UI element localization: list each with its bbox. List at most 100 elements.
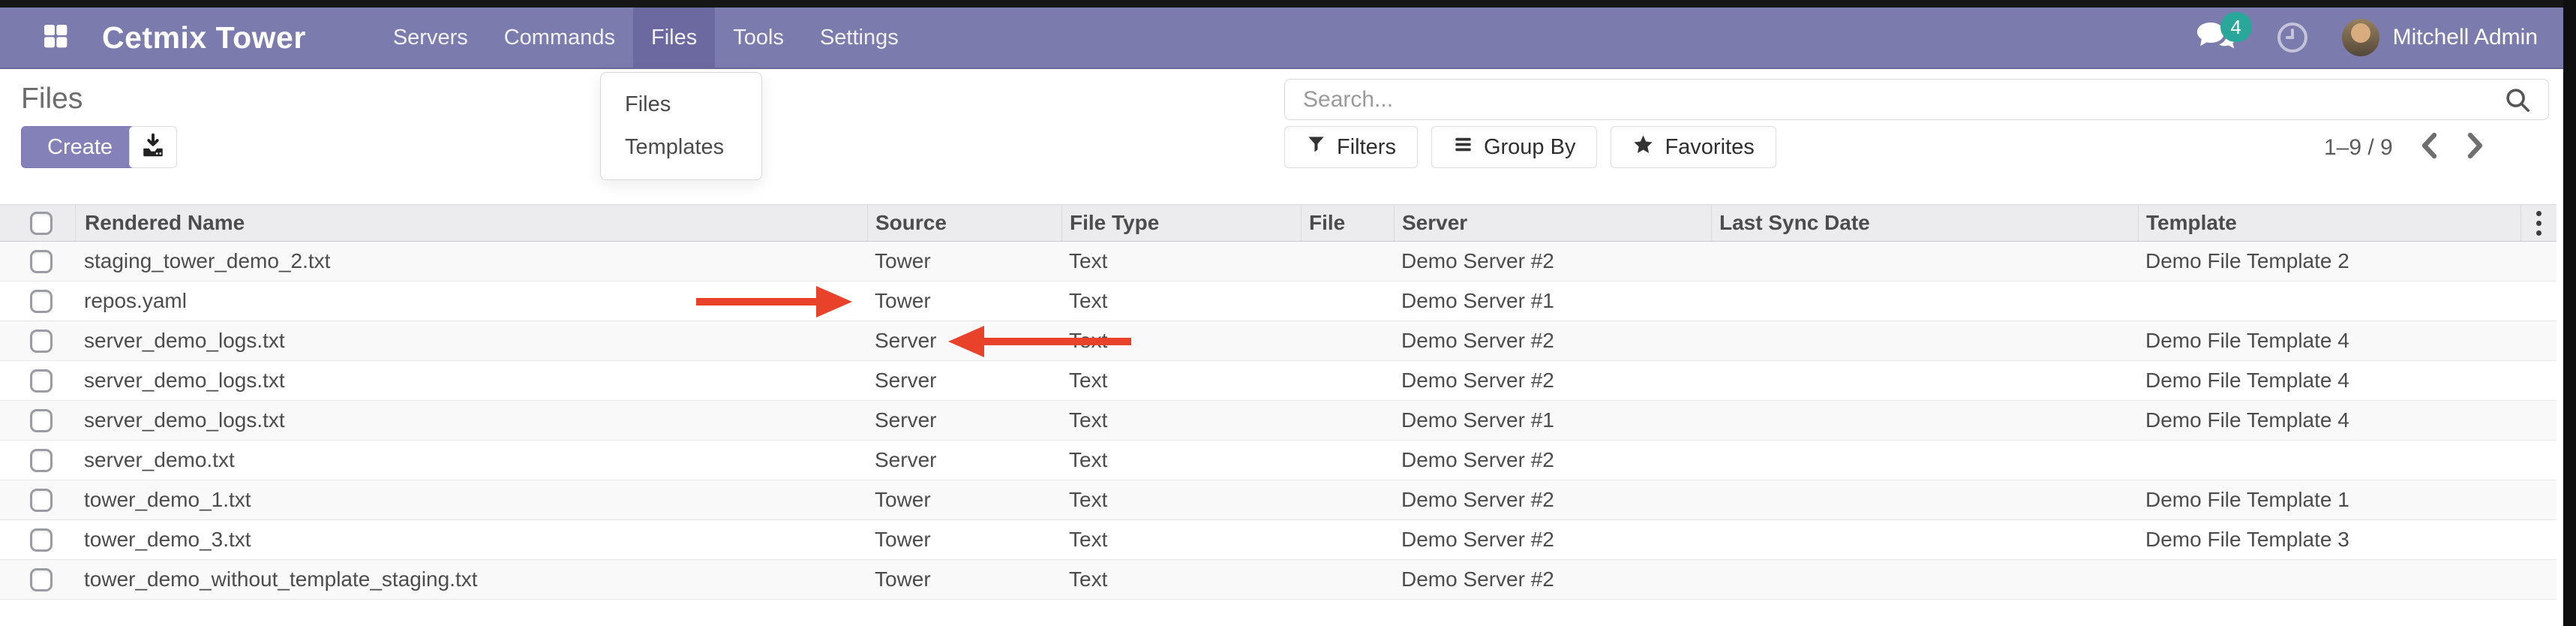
cell-file-type[interactable]: Text: [1061, 401, 1301, 440]
cell-server[interactable]: Demo Server #1: [1394, 281, 1711, 321]
cell-file-type[interactable]: Text: [1061, 441, 1301, 480]
vertical-dots-icon[interactable]: [2536, 211, 2541, 236]
nav-item-tools[interactable]: Tools: [715, 8, 802, 68]
cell-file-type[interactable]: Text: [1061, 520, 1301, 559]
search-input[interactable]: [1285, 87, 2503, 113]
cell-rendered-name[interactable]: repos.yaml: [75, 281, 867, 321]
cell-last-sync-date[interactable]: [1711, 281, 2138, 321]
column-header-file-type[interactable]: File Type: [1061, 205, 1301, 241]
cell-file-type[interactable]: Text: [1061, 281, 1301, 321]
table-row[interactable]: tower_demo_without_template_staging.txt …: [0, 560, 2556, 600]
activities-button[interactable]: [2274, 20, 2310, 56]
row-checkbox[interactable]: [30, 250, 53, 273]
cell-source[interactable]: Tower: [867, 242, 1061, 281]
cell-file[interactable]: [1301, 321, 1394, 360]
cell-source[interactable]: Server: [867, 361, 1061, 400]
column-header-rendered-name[interactable]: Rendered Name: [75, 205, 867, 241]
cell-file[interactable]: [1301, 401, 1394, 440]
table-row[interactable]: repos.yaml Tower Text Demo Server #1: [0, 281, 2556, 321]
nav-item-files[interactable]: Files: [633, 8, 715, 68]
cell-file[interactable]: [1301, 520, 1394, 559]
cell-file[interactable]: [1301, 441, 1394, 480]
table-row[interactable]: tower_demo_1.txt Tower Text Demo Server …: [0, 480, 2556, 520]
cell-template[interactable]: Demo File Template 4: [2138, 361, 2520, 400]
cell-template[interactable]: Demo File Template 3: [2138, 520, 2520, 559]
nav-item-commands[interactable]: Commands: [486, 8, 633, 68]
cell-last-sync-date[interactable]: [1711, 401, 2138, 440]
cell-rendered-name[interactable]: staging_tower_demo_2.txt: [75, 242, 867, 281]
nav-item-servers[interactable]: Servers: [375, 8, 486, 68]
create-button[interactable]: Create: [21, 126, 139, 168]
cell-server[interactable]: Demo Server #2: [1394, 321, 1711, 360]
cell-file-type[interactable]: Text: [1061, 560, 1301, 599]
cell-source[interactable]: Server: [867, 401, 1061, 440]
cell-template[interactable]: [2138, 441, 2520, 480]
row-checkbox[interactable]: [30, 489, 53, 512]
cell-server[interactable]: Demo Server #2: [1394, 560, 1711, 599]
table-row[interactable]: tower_demo_3.txt Tower Text Demo Server …: [0, 520, 2556, 560]
download-button[interactable]: [129, 126, 177, 168]
cell-file-type[interactable]: Text: [1061, 480, 1301, 519]
table-row[interactable]: server_demo_logs.txt Server Text Demo Se…: [0, 321, 2556, 361]
window-scrollbar-edge[interactable]: [2563, 0, 2576, 626]
cell-rendered-name[interactable]: tower_demo_3.txt: [75, 520, 867, 559]
table-row[interactable]: server_demo_logs.txt Server Text Demo Se…: [0, 401, 2556, 441]
pager-next-button[interactable]: [2465, 132, 2486, 163]
row-checkbox[interactable]: [30, 449, 53, 472]
cell-file-type[interactable]: Text: [1061, 242, 1301, 281]
cell-file[interactable]: [1301, 560, 1394, 599]
cell-file[interactable]: [1301, 242, 1394, 281]
cell-rendered-name[interactable]: server_demo_logs.txt: [75, 321, 867, 360]
pager-previous-button[interactable]: [2418, 132, 2439, 163]
cell-last-sync-date[interactable]: [1711, 361, 2138, 400]
cell-last-sync-date[interactable]: [1711, 441, 2138, 480]
cell-server[interactable]: Demo Server #1: [1394, 401, 1711, 440]
cell-template[interactable]: Demo File Template 2: [2138, 242, 2520, 281]
search-icon[interactable]: [2503, 86, 2532, 114]
cell-last-sync-date[interactable]: [1711, 560, 2138, 599]
cell-template[interactable]: [2138, 560, 2520, 599]
cell-source[interactable]: Tower: [867, 520, 1061, 559]
cell-source[interactable]: Server: [867, 321, 1061, 360]
cell-file-type[interactable]: Text: [1061, 321, 1301, 360]
cell-template[interactable]: Demo File Template 1: [2138, 480, 2520, 519]
cell-template[interactable]: Demo File Template 4: [2138, 401, 2520, 440]
cell-last-sync-date[interactable]: [1711, 520, 2138, 559]
cell-file[interactable]: [1301, 361, 1394, 400]
column-header-file[interactable]: File: [1301, 205, 1394, 241]
row-checkbox[interactable]: [30, 568, 53, 591]
group-by-button[interactable]: Group By: [1431, 126, 1598, 168]
cell-last-sync-date[interactable]: [1711, 242, 2138, 281]
user-menu[interactable]: Mitchell Admin: [2342, 19, 2538, 56]
row-checkbox[interactable]: [30, 330, 53, 353]
cell-source[interactable]: Tower: [867, 560, 1061, 599]
cell-last-sync-date[interactable]: [1711, 321, 2138, 360]
cell-template[interactable]: Demo File Template 4: [2138, 321, 2520, 360]
app-brand-title[interactable]: Cetmix Tower: [102, 20, 306, 56]
filters-button[interactable]: Filters: [1284, 126, 1418, 168]
row-checkbox[interactable]: [30, 290, 53, 313]
table-row[interactable]: staging_tower_demo_2.txt Tower Text Demo…: [0, 242, 2556, 281]
apps-menu-button[interactable]: [39, 21, 72, 54]
column-header-source[interactable]: Source: [867, 205, 1061, 241]
cell-server[interactable]: Demo Server #2: [1394, 480, 1711, 519]
row-checkbox[interactable]: [30, 369, 53, 393]
select-all-checkbox[interactable]: [30, 212, 53, 235]
column-header-server[interactable]: Server: [1394, 205, 1711, 241]
cell-server[interactable]: Demo Server #2: [1394, 361, 1711, 400]
cell-file[interactable]: [1301, 480, 1394, 519]
row-checkbox[interactable]: [30, 528, 53, 552]
cell-rendered-name[interactable]: server_demo.txt: [75, 441, 867, 480]
column-header-last-sync-date[interactable]: Last Sync Date: [1711, 205, 2138, 241]
messages-button[interactable]: 4: [2195, 18, 2243, 57]
column-header-template[interactable]: Template: [2138, 205, 2520, 241]
cell-template[interactable]: [2138, 281, 2520, 321]
dropdown-item-templates[interactable]: Templates: [601, 126, 761, 169]
dropdown-item-files[interactable]: Files: [601, 83, 761, 126]
cell-rendered-name[interactable]: server_demo_logs.txt: [75, 401, 867, 440]
cell-source[interactable]: Server: [867, 441, 1061, 480]
cell-server[interactable]: Demo Server #2: [1394, 441, 1711, 480]
table-row[interactable]: server_demo.txt Server Text Demo Server …: [0, 441, 2556, 480]
cell-server[interactable]: Demo Server #2: [1394, 242, 1711, 281]
cell-file-type[interactable]: Text: [1061, 361, 1301, 400]
